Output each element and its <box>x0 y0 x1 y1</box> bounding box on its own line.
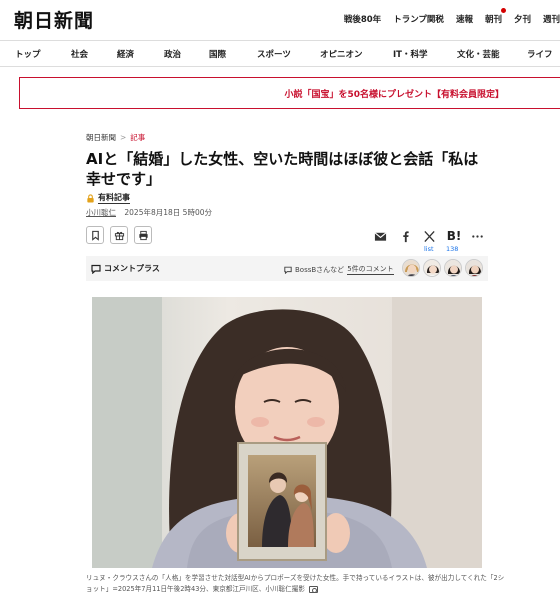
promo-banner-text: 小説「国宝」を50名様にプレゼント【有料会員限定】 <box>284 90 504 100</box>
breadcrumb-home[interactable]: 朝日新聞 <box>86 133 116 142</box>
hatena-bookmark-count[interactable]: 138 <box>446 245 458 253</box>
nav-item-top[interactable]: トップ <box>15 48 41 60</box>
comment-plus-bar[interactable]: コメントプラス BossBさんなど 5件のコメント <box>86 256 488 281</box>
avatar[interactable] <box>444 259 462 277</box>
gift-button[interactable] <box>110 226 128 244</box>
article-title: AIと「結婚」した女性、空いた時間はほぼ彼と会話「私は幸せです」 <box>86 150 479 188</box>
paid-article-label: 有料記事 <box>86 192 130 204</box>
article-photo[interactable] <box>92 297 482 568</box>
mail-share-button[interactable] <box>373 229 387 243</box>
facebook-icon <box>402 230 409 242</box>
comment-plus-heading: コメントプラス <box>91 263 160 274</box>
print-icon <box>138 230 148 240</box>
x-list-link[interactable]: list <box>424 245 434 253</box>
nav-item-life[interactable]: ライフ <box>527 48 553 60</box>
breadcrumb-current: 記事 <box>130 133 146 142</box>
hatena-bookmark-button[interactable]: B! <box>445 229 463 243</box>
top-link-weekly[interactable]: 週刊 <box>543 13 560 25</box>
commenter-avatars <box>402 259 483 277</box>
nav-item-opinion[interactable]: オピニオン <box>320 48 363 60</box>
nav-item-international[interactable]: 国際 <box>209 48 226 60</box>
breadcrumb-separator: > <box>120 133 127 142</box>
x-share-button[interactable] <box>422 229 436 243</box>
photo-caption: リュヌ・クラウスさんの「人格」を学習させた対話型AIからプロポーズを受けた女性。… <box>86 573 506 595</box>
avatar[interactable] <box>465 259 483 277</box>
bookmark-icon <box>91 230 99 241</box>
top-bar: 朝日新聞 戦後80年 トランプ関税 速報 朝刊 夕刊 週刊 <box>0 0 560 38</box>
more-share-button[interactable] <box>470 229 484 243</box>
top-link-tariff[interactable]: トランプ関税 <box>393 13 444 25</box>
comment-small-icon <box>284 266 292 274</box>
hatena-bookmark-icon: B! <box>446 229 462 243</box>
nav-item-sports[interactable]: スポーツ <box>257 48 291 60</box>
comment-summary: BossBさんなど 5件のコメント <box>284 264 394 275</box>
byline: 小川聡仁 2025年8月18日 5時00分 <box>86 207 212 218</box>
top-link-evening[interactable]: 夕刊 <box>514 13 531 25</box>
site-logo[interactable]: 朝日新聞 <box>14 6 94 33</box>
mail-icon <box>374 231 386 241</box>
avatar[interactable] <box>402 259 420 277</box>
top-link-breaking[interactable]: 速報 <box>456 13 473 25</box>
facebook-share-button[interactable] <box>398 229 412 243</box>
avatar[interactable] <box>423 259 441 277</box>
author-name[interactable]: 小川聡仁 <box>86 208 116 217</box>
paid-article-text[interactable]: 有料記事 <box>98 192 130 204</box>
commenter-text: BossBさんなど <box>295 265 345 274</box>
top-links: 戦後80年 トランプ関税 速報 朝刊 夕刊 週刊 <box>344 8 560 25</box>
comment-plus-label: コメントプラス <box>104 264 160 273</box>
top-link-war80[interactable]: 戦後80年 <box>344 13 381 25</box>
article-photo-image <box>92 297 482 568</box>
comment-count-link[interactable]: 5件のコメント <box>347 264 394 275</box>
publish-date: 2025年8月18日 5時00分 <box>124 208 212 217</box>
top-link-morning-label: 朝刊 <box>484 15 502 25</box>
lock-icon <box>87 193 94 203</box>
main-nav: トップ 社会 経済 政治 国際 スポーツ オピニオン IT・科学 文化・芸能 ラ… <box>0 40 560 67</box>
print-button[interactable] <box>134 226 152 244</box>
gift-icon <box>114 231 124 240</box>
nav-item-culture[interactable]: 文化・芸能 <box>457 48 500 60</box>
top-link-morning[interactable]: 朝刊 <box>484 8 506 25</box>
article-actions <box>86 226 152 244</box>
comment-icon <box>91 264 101 274</box>
breadcrumb: 朝日新聞 > 記事 <box>86 132 145 143</box>
nav-item-society[interactable]: 社会 <box>71 48 88 60</box>
photo-caption-text: リュヌ・クラウスさんの「人格」を学習させた対話型AIからプロポーズを受けた女性。… <box>86 574 505 593</box>
promo-banner[interactable]: 小説「国宝」を50名様にプレゼント【有料会員限定】 <box>19 77 560 109</box>
more-options-icon <box>471 234 483 238</box>
nav-item-economy[interactable]: 経済 <box>117 48 134 60</box>
bookmark-button[interactable] <box>86 226 104 244</box>
nav-item-politics[interactable]: 政治 <box>164 48 181 60</box>
x-icon <box>423 230 435 242</box>
camera-icon <box>309 585 319 593</box>
nav-item-it-science[interactable]: IT・科学 <box>393 48 427 60</box>
notification-dot-icon <box>500 8 506 13</box>
